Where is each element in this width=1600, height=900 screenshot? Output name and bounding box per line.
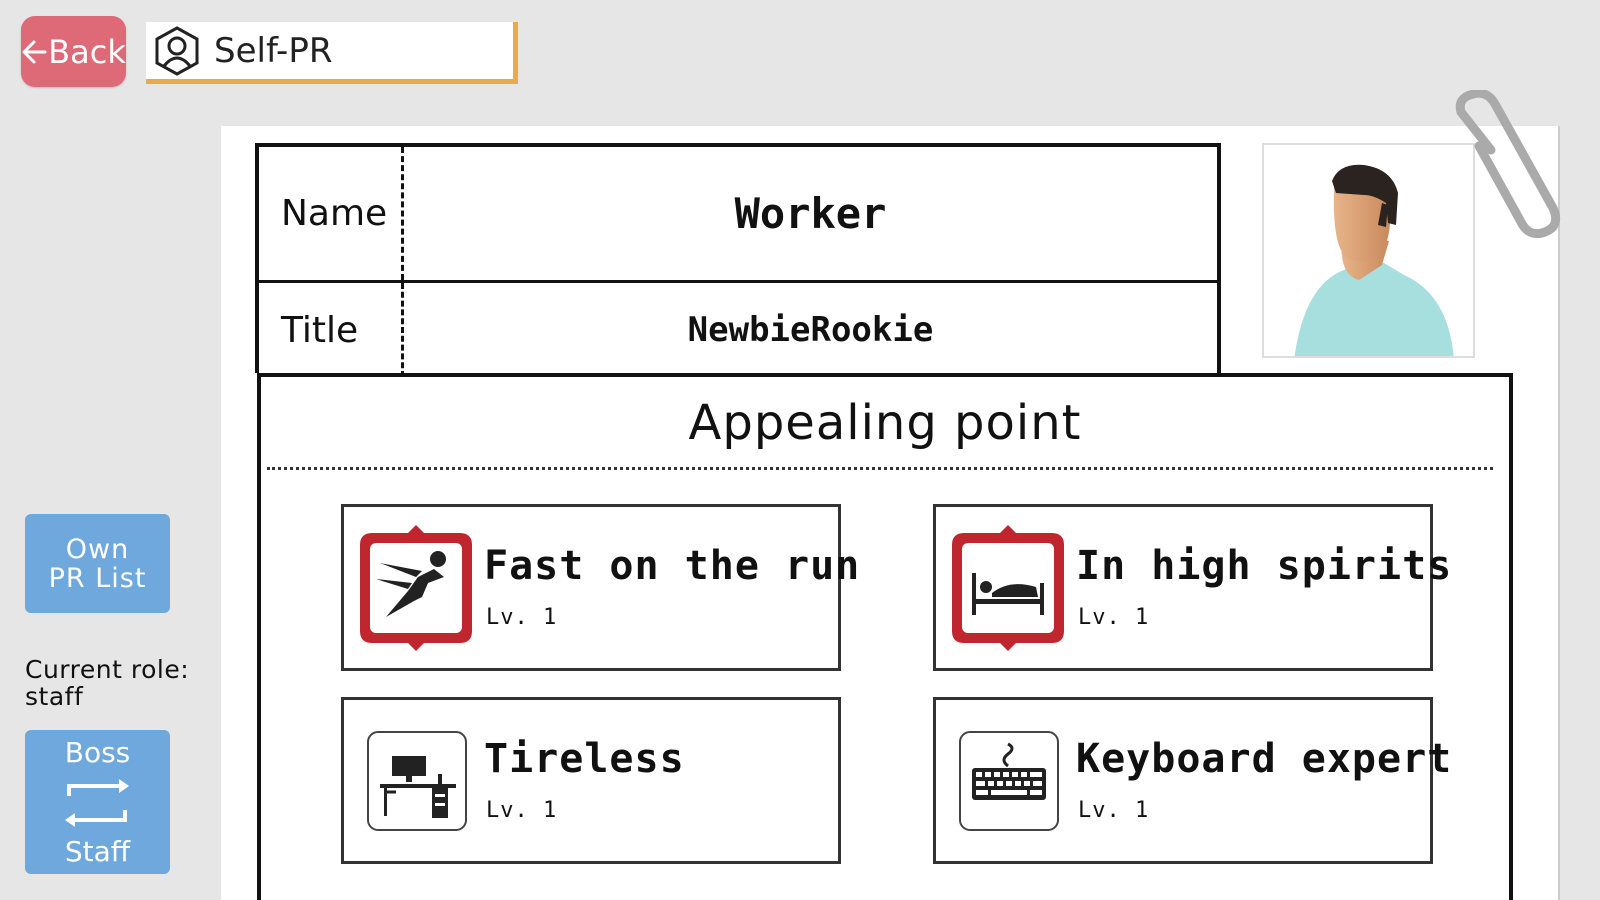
skill-name: Keyboard expert bbox=[1076, 736, 1453, 782]
title-label: Title bbox=[259, 283, 404, 377]
skill-level: Lv. 1 bbox=[486, 798, 558, 823]
screen-title-bar: Self-PR bbox=[146, 22, 518, 84]
role-switch-button[interactable]: Boss Staff bbox=[25, 730, 170, 874]
skill-name: Fast on the run bbox=[484, 543, 861, 589]
appealing-point-heading: Appealing point bbox=[688, 395, 1082, 451]
pr-sheet: Name Worker Title NewbieRookie Appealing… bbox=[221, 90, 1561, 900]
switch-staff-label: Staff bbox=[64, 835, 131, 868]
skill-card-in-high-spirits[interactable]: In high spirits Lv. 1 bbox=[933, 504, 1451, 671]
page-title: Self-PR bbox=[214, 30, 333, 71]
current-role-value: staff bbox=[25, 682, 84, 711]
skill-card-keyboard-expert[interactable]: Keyboard expert Lv. 1 bbox=[933, 697, 1451, 864]
skill-card-fast-on-the-run[interactable]: Fast on the run Lv. 1 bbox=[341, 504, 859, 671]
switch-boss-label: Boss bbox=[64, 736, 131, 769]
section-divider bbox=[267, 467, 1493, 470]
profile-hexagon-icon bbox=[155, 25, 199, 76]
back-label: Back bbox=[48, 32, 126, 71]
profile-photo bbox=[1262, 143, 1475, 358]
avatar bbox=[1294, 164, 1454, 356]
paperclip-icon bbox=[1455, 90, 1561, 239]
profile-info-box: Name Worker Title NewbieRookie bbox=[255, 143, 1221, 377]
own-pr-list-button[interactable]: Own PR List bbox=[25, 514, 170, 613]
name-row: Name Worker bbox=[259, 147, 1217, 283]
back-arrow-icon bbox=[22, 40, 47, 63]
skill-name: Tireless bbox=[484, 736, 685, 782]
skill-card-tireless[interactable]: Tireless Lv. 1 bbox=[341, 697, 841, 864]
current-role-text: Current role: staff bbox=[25, 656, 189, 710]
title-value: NewbieRookie bbox=[687, 310, 934, 350]
runner-icon bbox=[360, 525, 472, 651]
title-row: Title NewbieRookie bbox=[259, 283, 1217, 377]
skill-level: Lv. 1 bbox=[1078, 605, 1150, 630]
bed-icon bbox=[952, 525, 1064, 651]
name-value: Worker bbox=[734, 189, 887, 238]
skill-level: Lv. 1 bbox=[1078, 798, 1150, 823]
skill-level: Lv. 1 bbox=[486, 605, 558, 630]
back-button[interactable]: Back bbox=[21, 16, 126, 87]
appealing-point-section: Appealing point Fast on the run Lv. 1 In… bbox=[257, 373, 1513, 900]
current-role-label: Current role: bbox=[25, 655, 190, 684]
desk-icon bbox=[367, 731, 467, 831]
skill-name: In high spirits bbox=[1076, 543, 1453, 589]
name-label: Name bbox=[259, 147, 404, 280]
swap-arrows-icon bbox=[65, 779, 129, 827]
own-pr-list-label: Own PR List bbox=[48, 533, 147, 594]
keyboard-icon bbox=[959, 731, 1059, 831]
